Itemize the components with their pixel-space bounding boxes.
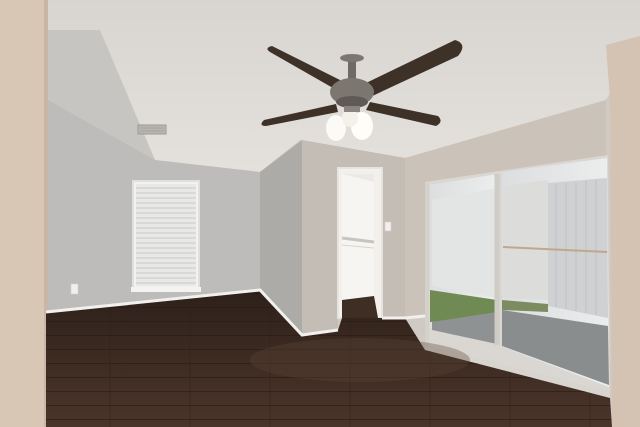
wall-left-edge xyxy=(0,0,48,427)
light-switch xyxy=(384,221,392,232)
wall-right-edge xyxy=(606,36,640,427)
wall-outlet xyxy=(70,283,79,295)
closet-doorway xyxy=(337,167,383,319)
room-illustration xyxy=(0,0,640,427)
room-photo xyxy=(0,0,640,427)
hvac-vent xyxy=(137,124,167,135)
window xyxy=(131,180,201,292)
outdoor-shed xyxy=(548,178,608,318)
